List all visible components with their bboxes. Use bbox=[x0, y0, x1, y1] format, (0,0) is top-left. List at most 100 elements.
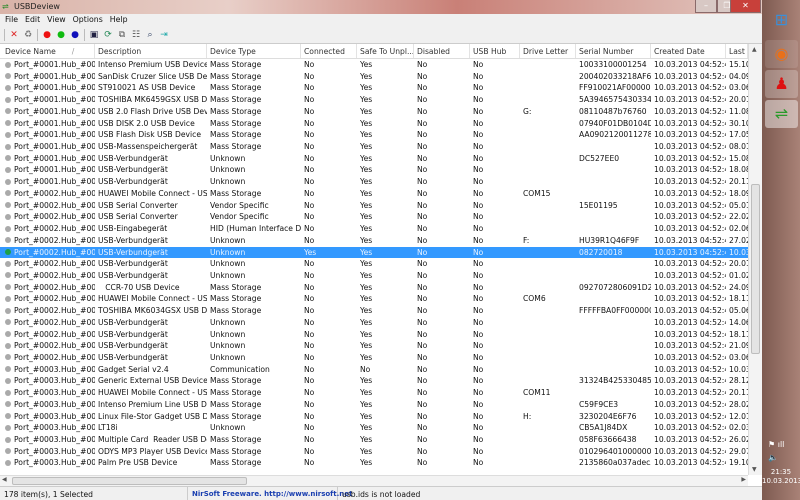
column-header-device-name[interactable]: Device Name / bbox=[2, 44, 95, 58]
properties-icon[interactable]: ☷ bbox=[131, 30, 141, 40]
table-row[interactable]: Port_#0002.Hub_#0008 CCR-70 USB Device Ma… bbox=[0, 282, 762, 294]
table-row[interactable]: Port_#0002.Hub_#0005USB Serial Converter… bbox=[0, 211, 762, 223]
table-row[interactable]: Port_#0003.Hub_#0008Palm Pre USB Device M… bbox=[0, 457, 762, 469]
scroll-up-icon[interactable]: ▲ bbox=[752, 46, 757, 53]
cell-text: COM15 bbox=[523, 188, 551, 198]
red-dot-icon[interactable]: ● bbox=[42, 30, 52, 40]
cell-description: USB-Verbundgerät bbox=[95, 164, 207, 176]
column-header-disabled[interactable]: Disabled bbox=[414, 44, 470, 58]
cell-text: Port_#0002.Hub_#0005 bbox=[14, 247, 95, 257]
cell-safe-to-unplug: Yes bbox=[357, 71, 414, 83]
table-row[interactable]: Port_#0003.Hub_#0008Linux File-Stor Gadg… bbox=[0, 411, 762, 423]
horizontal-scroll-thumb[interactable] bbox=[12, 477, 247, 485]
table-row[interactable]: Port_#0002.Hub_#0005USB Serial Converter… bbox=[0, 200, 762, 212]
table-row[interactable]: Port_#0003.Hub_#0008ODYS MP3 Player USB … bbox=[0, 446, 762, 458]
menu-edit[interactable]: Edit bbox=[23, 14, 45, 26]
cell-safe-to-unplug: Yes bbox=[357, 352, 414, 364]
usb-icon[interactable]: ⇌ bbox=[765, 100, 798, 128]
close-button[interactable]: ✕ bbox=[730, 0, 761, 13]
cell-drive-letter bbox=[520, 94, 576, 106]
disconnect-icon[interactable]: ✕ bbox=[9, 30, 19, 40]
table-row[interactable]: Port_#0001.Hub_#0008USB Flash Disk USB D… bbox=[0, 129, 762, 141]
column-header-safe-to-unplug[interactable]: Safe To Unpl... bbox=[357, 44, 414, 58]
cell-description: TOSHIBA MK6034GSX USB De... bbox=[95, 305, 207, 317]
find-icon[interactable]: ⌕ bbox=[145, 30, 155, 40]
cell-text: Unknown bbox=[210, 177, 246, 187]
table-row[interactable]: Port_#0001.Hub_#0008USB-Verbundgerät Unkn… bbox=[0, 176, 762, 188]
firefox-icon[interactable]: ◉ bbox=[765, 40, 798, 68]
table-row[interactable]: Port_#0001.Hub_#0008TOSHIBA MK6459GSX US… bbox=[0, 94, 762, 106]
cell-text: No bbox=[473, 329, 484, 339]
table-row[interactable]: Port_#0002.Hub_#0005HUAWEI Mobile Connec… bbox=[0, 188, 762, 200]
column-header-created-date[interactable]: Created Date bbox=[651, 44, 726, 58]
cell-text: No bbox=[473, 364, 484, 374]
app-red-icon[interactable]: ♟ bbox=[765, 70, 798, 98]
cell-text: No bbox=[417, 376, 428, 386]
vertical-scrollbar[interactable]: ▲ ▼ bbox=[748, 44, 762, 475]
menu-view[interactable]: View bbox=[45, 14, 71, 26]
uninstall-icon[interactable]: ♻ bbox=[23, 30, 33, 40]
menu-options[interactable]: Options bbox=[71, 14, 108, 26]
table-row[interactable]: Port_#0001.Hub_#0008USB-Massenspeicherge… bbox=[0, 141, 762, 153]
table-row[interactable]: Port_#0001.Hub_#0008USB-Verbundgerät Unkn… bbox=[0, 153, 762, 165]
column-header-device-type[interactable]: Device Type bbox=[207, 44, 301, 58]
table-row[interactable]: Port_#0001.Hub_#0008Intenso Premium USB … bbox=[0, 59, 762, 71]
clock[interactable]: 21:35 10.03.2013 bbox=[762, 468, 800, 486]
cell-text: 30.10.2 bbox=[729, 118, 748, 128]
refresh-icon[interactable]: ⟳ bbox=[103, 30, 113, 40]
volume-icon[interactable]: 🔈 bbox=[768, 453, 778, 462]
column-header-usb-hub[interactable]: USB Hub bbox=[470, 44, 520, 58]
horizontal-scrollbar[interactable]: ◀ ▶ bbox=[0, 475, 748, 486]
cell-text: Linux File-Stor Gadget USB De... bbox=[98, 411, 207, 421]
table-row[interactable]: Port_#0003.Hub_#0008HUAWEI Mobile Connec… bbox=[0, 387, 762, 399]
column-header-drive-letter[interactable]: Drive Letter bbox=[520, 44, 576, 58]
scroll-right-icon[interactable]: ▶ bbox=[741, 476, 746, 483]
tray-icons[interactable]: ⚑ ıll bbox=[768, 440, 784, 449]
vertical-scroll-thumb[interactable] bbox=[751, 184, 760, 354]
column-header-last-plug[interactable]: Last Pl bbox=[726, 44, 748, 58]
cell-text: No bbox=[417, 270, 428, 280]
table-row[interactable]: Port_#0002.Hub_#0008HUAWEI Mobile Connec… bbox=[0, 293, 762, 305]
table-row[interactable]: Port_#0002.Hub_#0008USB-Verbundgerät Unkn… bbox=[0, 317, 762, 329]
table-row[interactable]: Port_#0002.Hub_#0005USB-Verbundgerät Unkn… bbox=[0, 246, 762, 259]
column-header-description[interactable]: Description bbox=[95, 44, 207, 58]
column-header-serial-number[interactable]: Serial Number bbox=[576, 44, 651, 58]
column-header-connected[interactable]: Connected bbox=[301, 44, 357, 58]
table-row[interactable]: Port_#0002.Hub_#0005USB-Verbundgerät Unkn… bbox=[0, 235, 762, 247]
table-row[interactable]: Port_#0003.Hub_#0008Intenso Premium Line… bbox=[0, 399, 762, 411]
table-row[interactable]: Port_#0003.Hub_#0008Gadget Serial v2.4 Co… bbox=[0, 364, 762, 376]
table-row[interactable]: Port_#0002.Hub_#0005USB-Verbundgerät Unkn… bbox=[0, 258, 762, 270]
nirsoft-link[interactable]: NirSoft Freeware. http://www.nirsoft.net bbox=[188, 487, 352, 500]
scroll-down-icon[interactable]: ▼ bbox=[752, 466, 757, 473]
table-row[interactable]: Port_#0001.Hub_#0008SanDisk Cruzer Slice… bbox=[0, 71, 762, 83]
table-row[interactable]: Port_#0002.Hub_#0008USB-Verbundgerät Unkn… bbox=[0, 329, 762, 341]
table-row[interactable]: Port_#0002.Hub_#0009USB-Verbundgerät Unkn… bbox=[0, 352, 762, 364]
windows-start-icon[interactable]: ⊞ bbox=[765, 6, 798, 34]
cell-text: USB-Verbundgerät bbox=[98, 329, 168, 339]
cell-text: 18.11.2 bbox=[729, 329, 748, 339]
scroll-left-icon[interactable]: ◀ bbox=[2, 476, 7, 483]
table-row[interactable]: Port_#0003.Hub_#0008Generic External USB… bbox=[0, 375, 762, 387]
blue-dot-icon[interactable]: ● bbox=[70, 30, 80, 40]
menu-file[interactable]: File bbox=[3, 14, 23, 26]
table-row[interactable]: Port_#0002.Hub_#0005USB-Verbundgerät Unkn… bbox=[0, 270, 762, 282]
cell-created-date: 10.03.2013 04:52:43 bbox=[651, 282, 726, 294]
cell-usb-hub: No bbox=[470, 141, 520, 153]
table-row[interactable]: Port_#0002.Hub_#0009USB-Verbundgerät Unkn… bbox=[0, 340, 762, 352]
menu-help[interactable]: Help bbox=[108, 14, 133, 26]
table-row[interactable]: Port_#0001.Hub_#0008ST910021 AS USB Devi… bbox=[0, 82, 762, 94]
table-row[interactable]: Port_#0001.Hub_#0008USB 2.0 Flash Drive … bbox=[0, 106, 762, 118]
table-row[interactable]: Port_#0002.Hub_#0005USB-Eingabegerät HID … bbox=[0, 223, 762, 235]
cell-text: No bbox=[473, 435, 484, 444]
table-row[interactable]: Port_#0001.Hub_#0008USB DISK 2.0 USB Dev… bbox=[0, 118, 762, 130]
table-row[interactable]: Port_#0001.Hub_#0008USB-Verbundgerät Unkn… bbox=[0, 164, 762, 176]
table-row[interactable]: Port_#0003.Hub_#0008LT18i Unknown No Yes No N… bbox=[0, 422, 762, 434]
minimize-button[interactable]: – bbox=[695, 0, 717, 13]
disconnected-status-icon bbox=[5, 389, 11, 396]
table-row[interactable]: Port_#0003.Hub_#0008Multiple Card Reader… bbox=[0, 434, 762, 446]
table-row[interactable]: Port_#0002.Hub_#0008TOSHIBA MK6034GSX US… bbox=[0, 305, 762, 317]
copy-icon[interactable]: ⧉ bbox=[117, 30, 127, 40]
green-dot-icon[interactable]: ● bbox=[56, 30, 66, 40]
save-icon[interactable]: ▣ bbox=[89, 30, 99, 40]
exit-icon[interactable]: ⇥ bbox=[159, 30, 169, 40]
